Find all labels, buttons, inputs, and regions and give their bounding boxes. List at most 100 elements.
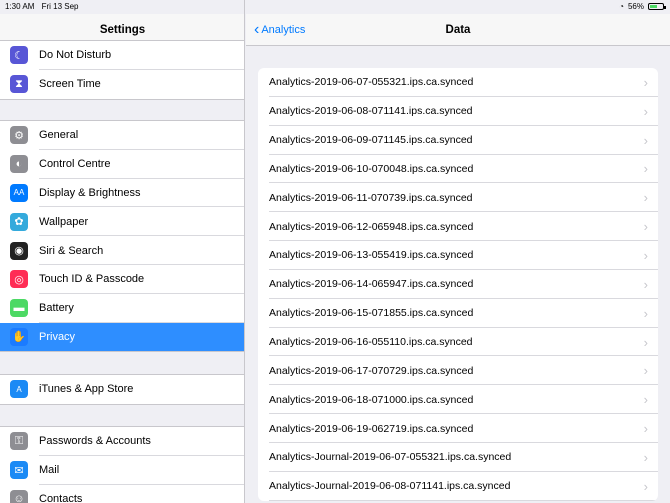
sidebar-item-wallpaper[interactable]: ✿ Wallpaper <box>0 207 244 236</box>
sidebar-item-display-brightness[interactable]: AA Display & Brightness <box>0 179 244 208</box>
chevron-right-icon: › <box>643 478 648 494</box>
list-item[interactable]: Analytics-2019-06-19-062719.ips.ca.synce… <box>258 414 658 443</box>
sidebar-item-screen-time[interactable]: ⧗ Screen Time <box>0 70 244 99</box>
list-item[interactable]: Analytics-2019-06-09-071145.ips.ca.synce… <box>258 126 658 155</box>
list-item-label: Analytics-2019-06-09-071145.ips.ca.synce… <box>269 134 473 147</box>
list-item[interactable]: Analytics-2019-06-15-071855.ips.ca.synce… <box>258 299 658 328</box>
chevron-left-icon: ‹ <box>254 21 260 38</box>
sidebar-item-label: Wallpaper <box>39 215 89 228</box>
sidebar-item-label: Do Not Disturb <box>39 49 112 62</box>
chevron-right-icon: › <box>643 132 648 148</box>
list-item-label: Analytics-2019-06-19-062719.ips.ca.synce… <box>269 422 474 435</box>
siri-icon: ◉ <box>10 241 28 260</box>
sidebar-item-do-not-disturb[interactable]: ☾ Do Not Disturb <box>0 41 244 70</box>
back-button[interactable]: ‹ Analytics <box>254 14 305 46</box>
sidebar-item-battery[interactable]: ▬ Battery <box>0 294 244 323</box>
app-store-icon: A <box>10 380 28 399</box>
flower-icon: ✿ <box>10 212 28 231</box>
sidebar-group-focus: ☾ Do Not Disturb ⧗ Screen Time <box>0 40 244 100</box>
toggles-icon: ◐ <box>10 155 28 174</box>
sidebar-item-label: Battery <box>39 302 74 315</box>
list-item[interactable]: Analytics-2019-06-18-071000.ips.ca.synce… <box>258 385 658 414</box>
sidebar-item-label: Contacts <box>39 492 83 503</box>
list-item[interactable]: Analytics-2019-06-10-070048.ips.ca.synce… <box>258 155 658 184</box>
list-item-label: Analytics-2019-06-15-071855.ips.ca.synce… <box>269 307 474 320</box>
chevron-right-icon: › <box>643 363 648 379</box>
sidebar-item-label: Passwords & Accounts <box>39 435 151 448</box>
list-item-label: Analytics-2019-06-12-065948.ips.ca.synce… <box>269 220 474 233</box>
sidebar-item-label: Siri & Search <box>39 244 104 257</box>
chevron-right-icon: › <box>643 449 648 465</box>
chevron-right-icon: › <box>643 392 648 408</box>
chevron-right-icon: › <box>643 103 648 119</box>
page-title: Data <box>445 24 471 36</box>
chevron-right-icon: › <box>643 305 648 321</box>
list-item[interactable]: Analytics-2019-06-14-065947.ips.ca.synce… <box>258 270 658 299</box>
data-file-list: Analytics-2019-06-07-055321.ips.ca.synce… <box>258 68 658 501</box>
chevron-right-icon: › <box>643 74 648 90</box>
chevron-right-icon: › <box>643 421 648 437</box>
fingerprint-icon: ◎ <box>10 270 28 289</box>
list-item-label: Analytics-2019-06-13-055419.ips.ca.synce… <box>269 249 474 262</box>
sidebar-item-label: Mail <box>39 464 60 477</box>
sidebar-item-control-centre[interactable]: ◐ Control Centre <box>0 150 244 179</box>
sidebar-item-label: General <box>39 129 79 142</box>
gear-icon: ⚙ <box>10 126 28 145</box>
list-item[interactable]: Analytics-Journal-2019-06-07-055321.ips.… <box>258 443 658 472</box>
chevron-right-icon: › <box>643 161 648 177</box>
status-time: 1:30 AM <box>5 2 35 11</box>
sidebar-item-label: Touch ID & Passcode <box>39 273 145 286</box>
sidebar-item-label: Display & Brightness <box>39 186 141 199</box>
list-item-label: Analytics-2019-06-14-065947.ips.ca.synce… <box>269 278 474 291</box>
list-item-label: Analytics-2019-06-18-071000.ips.ca.synce… <box>269 393 474 406</box>
battery-icon <box>648 3 666 10</box>
chevron-right-icon: › <box>643 276 648 292</box>
sidebar-item-siri-search[interactable]: ◉ Siri & Search <box>0 236 244 265</box>
hourglass-icon: ⧗ <box>10 75 28 94</box>
list-item[interactable]: Analytics-2019-06-11-070739.ips.ca.synce… <box>258 183 658 213</box>
sidebar-item-label: Privacy <box>39 330 76 343</box>
list-item-label: Analytics-2019-06-08-071141.ips.ca.synce… <box>269 105 473 118</box>
sidebar-item-privacy[interactable]: ✋ Privacy <box>0 322 244 352</box>
contacts-icon: ☺ <box>10 489 28 503</box>
list-item-label: Analytics-Journal-2019-06-07-055321.ips.… <box>269 451 512 464</box>
list-item[interactable]: Analytics-Journal-2019-06-08-071141.ips.… <box>258 472 658 501</box>
status-date: Fri 13 Sep <box>41 2 79 11</box>
list-item[interactable]: Analytics-2019-06-07-055321.ips.ca.synce… <box>258 68 658 97</box>
sidebar-item-contacts[interactable]: ☺ Contacts <box>0 485 244 503</box>
mail-icon: ✉ <box>10 461 28 480</box>
back-button-label: Analytics <box>261 24 306 36</box>
chevron-right-icon: › <box>643 219 648 235</box>
sidebar-item-touch-id-passcode[interactable]: ◎ Touch ID & Passcode <box>0 265 244 294</box>
wifi-icon: ◔ <box>619 2 624 11</box>
sidebar-item-label: Control Centre <box>39 158 111 171</box>
sidebar-item-label: Screen Time <box>39 78 101 91</box>
list-item[interactable]: Analytics-2019-06-17-070729.ips.ca.synce… <box>258 356 658 386</box>
chevron-right-icon: › <box>643 334 648 350</box>
list-item[interactable]: Analytics-2019-06-13-055419.ips.ca.synce… <box>258 241 658 270</box>
settings-sidebar: Settings ☾ Do Not Disturb ⧗ Screen Time ⚙ Ge… <box>0 0 245 503</box>
text-size-icon: AA <box>10 183 28 202</box>
list-item[interactable]: Analytics-2019-06-16-055110.ips.ca.synce… <box>258 328 658 357</box>
sidebar-item-passwords-accounts[interactable]: ⚿ Passwords & Accounts <box>0 427 244 456</box>
list-item-label: Analytics-Journal-2019-06-08-071141.ips.… <box>269 480 511 493</box>
nav-bar: ‹ Analytics Data <box>246 14 670 46</box>
key-icon: ⚿ <box>10 432 28 451</box>
sidebar-item-general[interactable]: ⚙ General <box>0 121 244 150</box>
sidebar-group-accounts: ⚿ Passwords & Accounts ✉ Mail ☺ Contacts <box>0 426 244 503</box>
sidebar-item-label: iTunes & App Store <box>39 383 134 396</box>
list-item-label: Analytics-2019-06-17-070729.ips.ca.synce… <box>269 364 474 377</box>
list-item-label: Analytics-2019-06-11-070739.ips.ca.synce… <box>269 191 473 204</box>
sidebar-item-mail[interactable]: ✉ Mail <box>0 456 244 485</box>
battery-level <box>650 5 657 8</box>
list-item[interactable]: Analytics-2019-06-08-071141.ips.ca.synce… <box>258 97 658 126</box>
list-item-label: Analytics-2019-06-07-055321.ips.ca.synce… <box>269 76 474 89</box>
list-item-label: Analytics-2019-06-16-055110.ips.ca.synce… <box>269 336 473 349</box>
moon-icon: ☾ <box>10 46 28 65</box>
sidebar-group-store: AiTunes & App Store <box>0 374 244 405</box>
battery-percent: 56% <box>627 2 644 11</box>
list-item-label: Analytics-2019-06-10-070048.ips.ca.synce… <box>269 162 474 175</box>
status-bar: 1:30 AM Fri 13 Sep ◔ 56% <box>0 0 670 14</box>
list-item[interactable]: Analytics-2019-06-12-065948.ips.ca.synce… <box>258 212 658 241</box>
sidebar-item-itunes-app-store[interactable]: AiTunes & App Store <box>0 375 244 404</box>
